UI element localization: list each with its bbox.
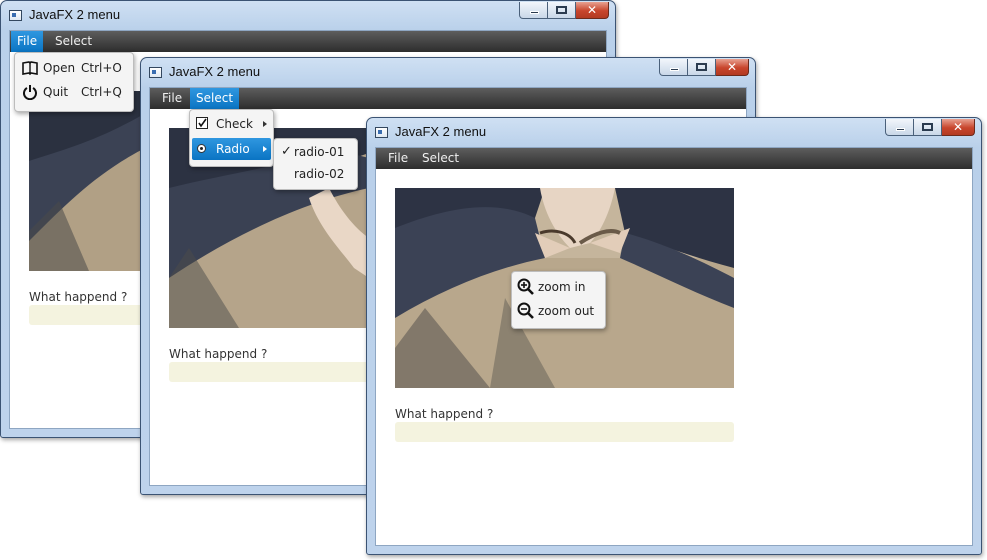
menu-item-label: Open	[43, 61, 76, 75]
text-field[interactable]	[169, 362, 369, 382]
select-menu-popup: Check Radio	[189, 109, 274, 167]
maximize-button[interactable]	[688, 59, 716, 76]
menu-select[interactable]: Select	[190, 88, 240, 109]
window-content: File Select What happend ?	[375, 147, 973, 546]
photo-image	[29, 91, 149, 271]
minimize-button[interactable]	[659, 59, 688, 76]
menu-item-label: zoom in	[538, 280, 586, 294]
minimize-button[interactable]	[519, 2, 548, 19]
menu-item-check[interactable]: Check	[192, 113, 271, 135]
menu-file[interactable]: File	[11, 31, 44, 52]
radio-icon	[197, 144, 206, 153]
menu-item-label: radio-01	[294, 145, 345, 159]
app-icon	[149, 67, 162, 78]
menu-select[interactable]: Select	[49, 31, 98, 52]
menu-item-label: Radio	[216, 142, 250, 156]
window-title: JavaFX 2 menu	[169, 64, 261, 79]
window-context-menu-demo: JavaFX 2 menu File Select	[366, 117, 982, 555]
book-icon	[22, 61, 38, 76]
menu-item-zoom-out[interactable]: zoom out	[514, 300, 603, 322]
power-icon	[23, 85, 37, 100]
menu-item-label: radio-02	[294, 167, 345, 181]
menu-item-radio[interactable]: Radio	[192, 138, 271, 160]
minimize-button[interactable]	[885, 119, 914, 136]
text-field[interactable]	[395, 422, 734, 442]
menu-file[interactable]: File	[382, 148, 414, 169]
menu-item-radio-01[interactable]: ✓ radio-01	[276, 141, 355, 163]
file-menu-popup: Open Ctrl+O Quit Ctrl+Q	[14, 52, 134, 112]
menu-item-label: Quit	[43, 85, 69, 99]
menu-item-open[interactable]: Open Ctrl+O	[17, 57, 131, 79]
checkbox-icon	[196, 117, 208, 129]
field-label: What happend ?	[169, 347, 268, 361]
zoom-in-icon	[517, 278, 534, 295]
field-label: What happend ?	[395, 407, 494, 421]
title-bar[interactable]: JavaFX 2 menu	[367, 118, 981, 146]
photo-graphic	[29, 91, 149, 271]
window-title: JavaFX 2 menu	[395, 124, 487, 139]
app-icon	[375, 127, 388, 138]
menu-item-accelerator: Ctrl+Q	[81, 85, 122, 99]
checkmark-icon: ✓	[281, 144, 292, 159]
maximize-button[interactable]	[548, 2, 576, 19]
title-bar[interactable]: JavaFX 2 menu	[141, 58, 755, 86]
menu-item-quit[interactable]: Quit Ctrl+Q	[17, 81, 131, 103]
menu-item-accelerator: Ctrl+O	[81, 61, 122, 75]
submenu-arrow-icon	[263, 146, 267, 152]
menu-item-label: zoom out	[538, 304, 595, 318]
menu-bar: File Select	[376, 148, 972, 169]
title-bar[interactable]: JavaFX 2 menu	[1, 1, 615, 29]
checkmark-icon	[198, 118, 207, 128]
menu-item-zoom-in[interactable]: zoom in	[514, 276, 603, 298]
menu-select[interactable]: Select	[416, 148, 465, 169]
submenu-arrow-icon	[263, 121, 267, 127]
image-context-menu: zoom in zoom out	[511, 271, 606, 329]
zoom-out-icon	[517, 302, 534, 319]
close-button[interactable]	[576, 2, 609, 19]
window-title: JavaFX 2 menu	[29, 7, 121, 22]
menu-item-label: Check	[216, 117, 253, 131]
app-icon	[9, 10, 22, 21]
close-button[interactable]	[716, 59, 749, 76]
close-button[interactable]	[942, 119, 975, 136]
field-label: What happend ?	[29, 290, 128, 304]
radio-submenu-popup: ✓ radio-01 radio-02	[273, 138, 358, 190]
menu-bar: File Select	[10, 31, 606, 52]
maximize-button[interactable]	[914, 119, 942, 136]
menu-file[interactable]: File	[156, 88, 188, 109]
menu-item-radio-02[interactable]: radio-02	[276, 163, 355, 185]
menu-bar: File Select	[150, 88, 746, 109]
